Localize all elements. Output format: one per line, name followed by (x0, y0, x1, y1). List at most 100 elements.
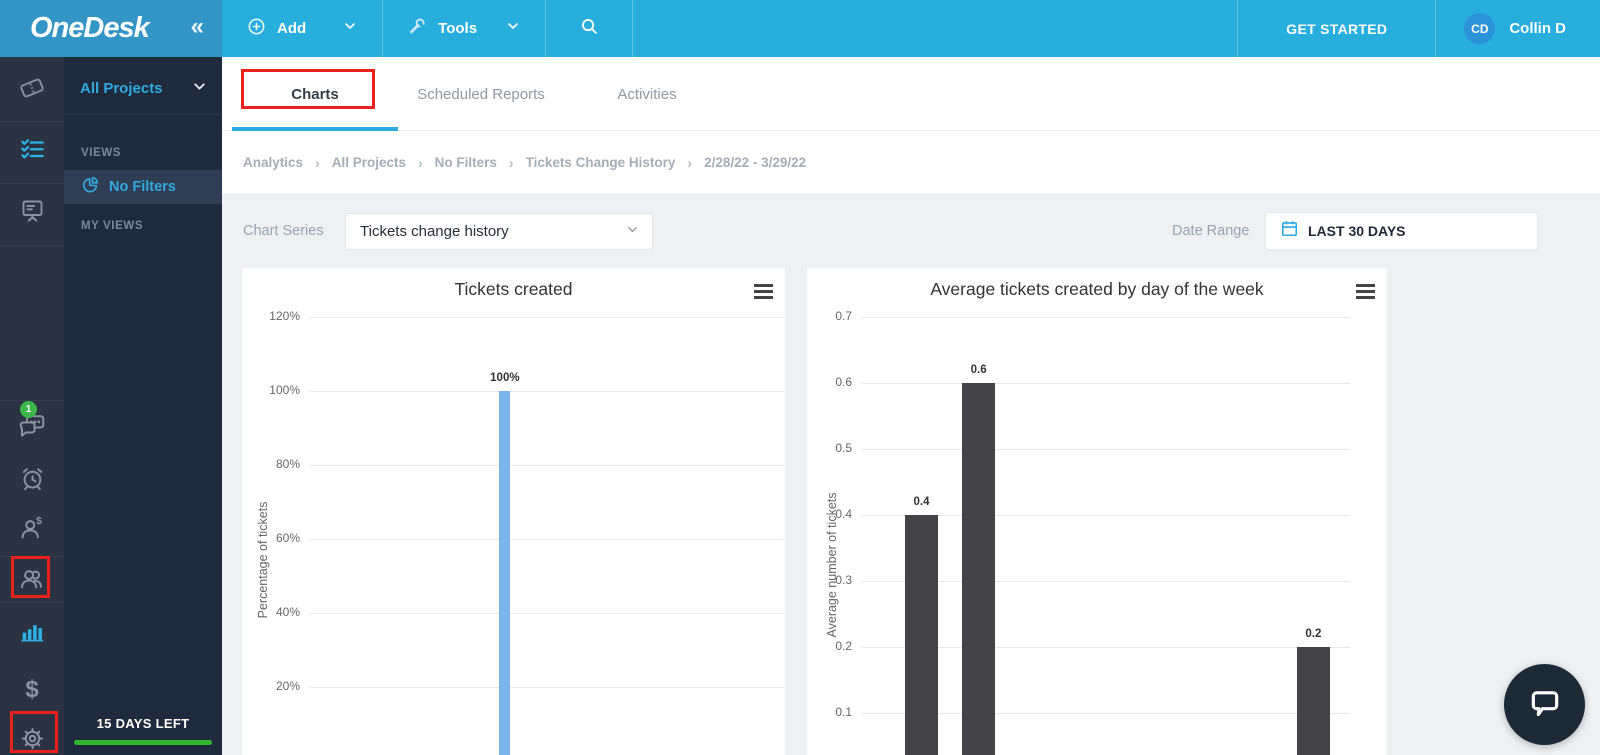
chevron-down-icon (625, 222, 640, 242)
view-item-label: No Filters (109, 179, 176, 195)
tab-scheduled-reports-label: Scheduled Reports (417, 85, 545, 103)
chart-card-tickets-created: Tickets created Percentage of tickets 12… (242, 268, 785, 755)
sidebar-item-no-filters[interactable]: No Filters (64, 170, 222, 204)
svg-text:$: $ (36, 514, 42, 526)
messenger-icon: 1 (17, 400, 47, 445)
y-tick-label: 20% (275, 679, 300, 693)
project-selector[interactable]: All Projects (64, 63, 222, 115)
gridline (310, 687, 783, 688)
breadcrumb-item[interactable]: Analytics (243, 155, 303, 170)
date-range-value: LAST 30 DAYS (1308, 223, 1406, 239)
tab-activities[interactable]: Activities (564, 57, 730, 131)
my-views-section-label: MY VIEWS (81, 220, 144, 232)
sidebar-item-users[interactable] (0, 558, 64, 602)
user-menu[interactable]: CD Collin D (1435, 0, 1600, 57)
sidebar-item-settings[interactable] (0, 719, 64, 755)
breadcrumb-separator-icon: › (315, 154, 320, 171)
gridline (862, 449, 1350, 450)
sidebar-item-tickets[interactable] (0, 68, 64, 112)
tasks-checklist-icon (19, 136, 46, 168)
chart-menu-icon[interactable] (754, 284, 773, 302)
project-selector-label: All Projects (80, 80, 163, 97)
bar[interactable] (962, 383, 996, 755)
financials-dollar-icon: $ (25, 676, 39, 703)
chevron-down-icon (505, 18, 521, 39)
sidebar-item-messenger[interactable]: 1 (0, 400, 64, 449)
charts-content: Chart Series Tickets change history Date… (222, 195, 1600, 755)
bar[interactable] (905, 515, 939, 755)
sidebar-item-timesheets[interactable] (0, 459, 64, 503)
sidebar-item-customers[interactable]: $ (0, 508, 64, 552)
chart-series-value: Tickets change history (360, 223, 509, 240)
tab-activities-label: Activities (617, 85, 677, 103)
chart-menu-icon[interactable] (1356, 284, 1375, 302)
views-section-label: VIEWS (81, 147, 122, 159)
analytics-bar-chart-icon (18, 617, 46, 650)
bar-value-label: 0.2 (1305, 628, 1322, 640)
chevron-down-icon (342, 18, 358, 39)
plus-circle-icon (246, 16, 267, 42)
breadcrumb-item[interactable]: All Projects (332, 155, 406, 170)
chart-series-label: Chart Series (243, 223, 324, 239)
y-tick-label: 0.6 (835, 375, 852, 389)
onedesk-app: OneDesk « Add Tools GET STARTED CD Colli… (0, 0, 1600, 755)
breadcrumb-item-date-range[interactable]: 2/28/22 - 3/29/22 (704, 155, 806, 170)
calendar-icon (1280, 219, 1299, 243)
tools-menu-button[interactable]: Tools (383, 0, 547, 57)
logo-area: OneDesk « (0, 0, 222, 57)
gridline (862, 383, 1350, 384)
y-tick-label: 0.2 (835, 639, 852, 653)
tab-charts-label: Charts (291, 85, 339, 103)
tabs-row: Charts Scheduled Reports Activities (222, 57, 1600, 131)
chart-series-select[interactable]: Tickets change history (345, 213, 653, 250)
live-chat-button[interactable] (1504, 664, 1585, 745)
sidebar-panel: All Projects VIEWS No Filters MY VIEWS 1… (64, 57, 222, 755)
chevron-down-icon (191, 78, 208, 100)
timesheets-clock-icon (19, 465, 46, 497)
tab-scheduled-reports[interactable]: Scheduled Reports (398, 57, 564, 131)
y-tick-label: 120% (269, 309, 300, 323)
sidebar-item-projects[interactable] (0, 191, 64, 235)
breadcrumb-separator-icon: › (508, 154, 514, 171)
avatar[interactable]: CD (1464, 13, 1496, 44)
sidebar-collapse-button[interactable]: « (191, 14, 204, 43)
customers-icon: $ (18, 514, 46, 547)
get-started-label: GET STARTED (1286, 20, 1388, 37)
y-axis-title: Percentage of tickets (256, 501, 270, 619)
bar[interactable] (499, 391, 511, 755)
breadcrumb-item[interactable]: No Filters (435, 155, 497, 170)
bar[interactable] (1296, 647, 1330, 755)
y-tick-label: 0.4 (835, 507, 852, 521)
sidebar-icon-strip: 1 $ $ (0, 57, 64, 755)
wrench-icon (407, 16, 428, 42)
add-label: Add (277, 20, 307, 37)
trial-status: 15 DAYS LEFT (64, 716, 222, 745)
y-tick-label: 0.1 (835, 705, 852, 719)
sidebar-item-tasks[interactable] (0, 130, 64, 174)
messenger-badge: 1 (20, 400, 37, 418)
chart-card-average-by-day: Average tickets created by day of the we… (807, 268, 1387, 755)
chart-title: Tickets created (454, 279, 573, 299)
gridline (862, 317, 1350, 318)
sidebar-item-financials[interactable]: $ (0, 668, 64, 712)
sidebar-item-analytics[interactable] (0, 611, 64, 655)
onedesk-logo: OneDesk (30, 12, 150, 44)
breadcrumb-separator-icon: › (687, 154, 693, 171)
y-tick-label: 0.3 (835, 573, 852, 587)
get-started-button[interactable]: GET STARTED (1237, 0, 1435, 57)
tools-label: Tools (438, 20, 478, 37)
search-button[interactable] (546, 0, 634, 57)
users-icon (18, 564, 46, 597)
bar-value-label: 100% (490, 372, 520, 384)
trial-progress-bar (74, 740, 212, 745)
tab-charts[interactable]: Charts (232, 57, 398, 131)
date-range-select[interactable]: LAST 30 DAYS (1265, 212, 1538, 250)
y-tick-label: 40% (275, 605, 300, 619)
bar-value-label: 0.6 (970, 364, 987, 376)
speech-bubble-icon (1525, 682, 1565, 727)
breadcrumb-item[interactable]: Tickets Change History (526, 155, 676, 170)
topbar: OneDesk « Add Tools GET STARTED CD Colli… (0, 0, 1600, 57)
y-tick-label: 0.5 (835, 441, 852, 455)
add-menu-button[interactable]: Add (222, 0, 384, 57)
y-tick-label: 60% (275, 531, 300, 545)
